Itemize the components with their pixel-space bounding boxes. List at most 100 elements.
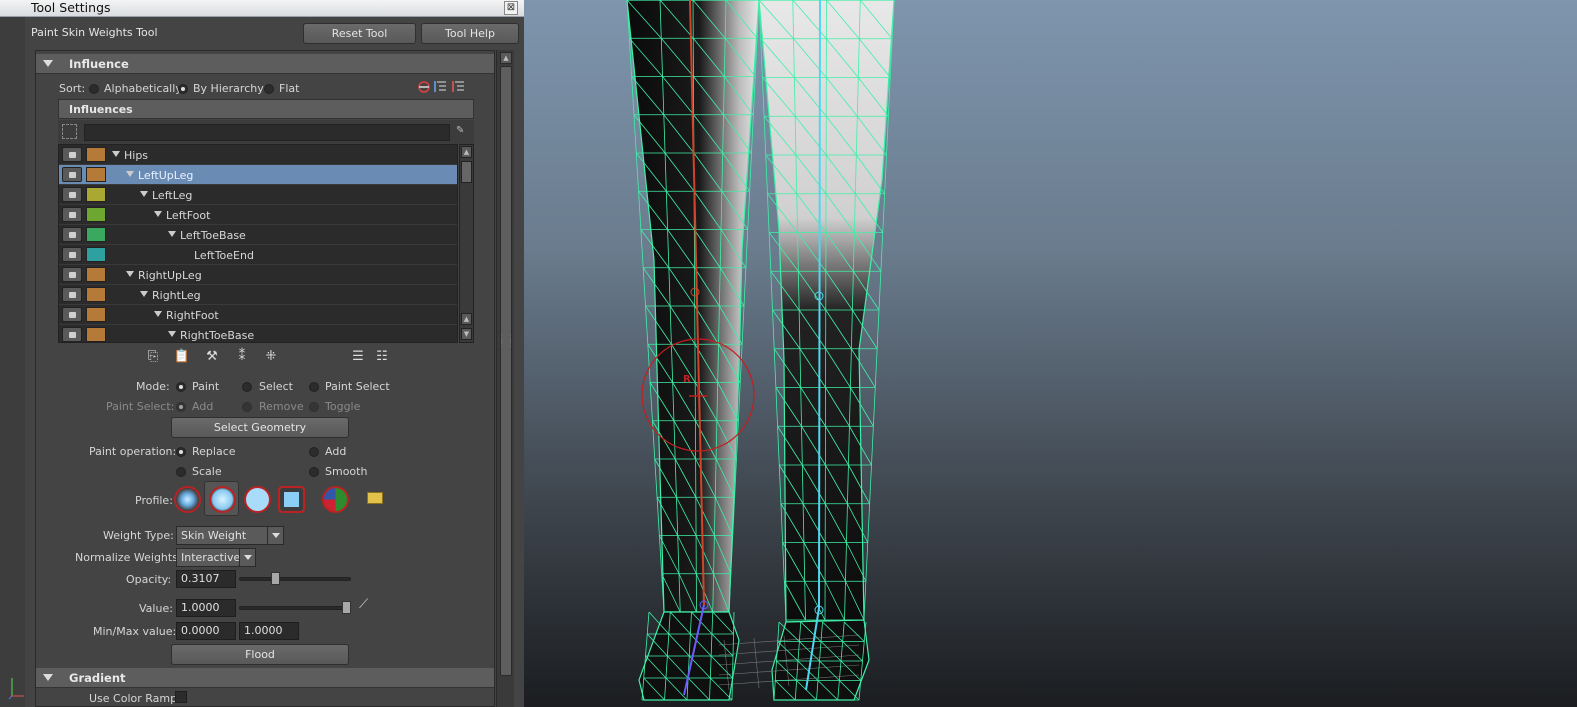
lock-icon[interactable]	[62, 207, 82, 222]
influence-row-rightupleg[interactable]: RightUpLeg	[59, 265, 457, 285]
eyedropper-icon[interactable]: ⟋	[359, 597, 368, 612]
tool-help-button[interactable]: Tool Help	[421, 23, 519, 44]
window-titlebar[interactable]: Tool Settings ⊠	[0, 0, 524, 17]
collapse-triangle-icon[interactable]	[43, 60, 53, 67]
close-button[interactable]: ⊠	[504, 1, 518, 15]
expand-triangle-icon[interactable]	[126, 171, 134, 177]
flood-button[interactable]: Flood	[171, 644, 349, 665]
sort-flat-radio[interactable]	[264, 84, 274, 94]
paint-select-remove-radio[interactable]	[242, 402, 252, 412]
collapse-all-icon[interactable]: ☰	[349, 349, 367, 366]
influence-row-hips[interactable]: Hips	[59, 145, 457, 165]
expand-triangle-icon[interactable]	[112, 151, 120, 157]
joint-color-swatch[interactable]	[86, 187, 106, 202]
opacity-field[interactable]: 0.3107	[176, 570, 236, 588]
reset-tool-button[interactable]: Reset Tool	[303, 23, 416, 44]
use-color-ramp-checkbox[interactable]	[175, 691, 187, 703]
profile-square-icon[interactable]	[278, 486, 305, 513]
3d-viewport[interactable]: R	[524, 0, 1577, 707]
scroll-up-arrow-icon[interactable]: ▲	[500, 52, 512, 64]
opacity-slider[interactable]	[239, 577, 351, 581]
mode-select-radio[interactable]	[242, 382, 252, 392]
panel-scrollbar[interactable]: ▲	[496, 50, 514, 707]
normalize-weights-dropdown[interactable]: Interactive	[176, 548, 256, 567]
mode-paint-select-radio[interactable]	[309, 382, 319, 392]
pin-icon[interactable]: ✎	[456, 125, 468, 137]
profile-solid-icon[interactable]	[244, 486, 271, 513]
paint-op-smooth-radio[interactable]	[309, 467, 319, 477]
influence-row-leftleg[interactable]: LeftLeg	[59, 185, 457, 205]
influence-row-leftfoot[interactable]: LeftFoot	[59, 205, 457, 225]
expand-triangle-icon[interactable]	[154, 211, 162, 217]
profile-image-icon[interactable]	[322, 486, 349, 513]
joint-color-swatch[interactable]	[86, 327, 106, 342]
expand-triangle-icon[interactable]	[168, 231, 176, 237]
lock-icon[interactable]	[62, 327, 82, 342]
expand-triangle-icon[interactable]	[168, 331, 176, 337]
select-region-icon[interactable]	[62, 124, 77, 139]
lock-icon[interactable]	[62, 167, 82, 182]
joint-color-swatch[interactable]	[86, 207, 106, 222]
paint-op-add-radio[interactable]	[309, 447, 319, 457]
refresh-icon[interactable]	[418, 81, 430, 93]
list-collapse-icon[interactable]	[434, 81, 446, 92]
joint-color-swatch[interactable]	[86, 227, 106, 242]
profile-gaussian-icon[interactable]	[174, 486, 201, 513]
paint-select-add-radio[interactable]	[176, 402, 186, 412]
influence-row-lefttoebase[interactable]: LeftToeBase	[59, 225, 457, 245]
expand-all-icon[interactable]: ☷	[373, 349, 391, 366]
sort-by-hierarchy-radio[interactable]	[178, 84, 188, 94]
paste-weights-icon[interactable]: 📋	[173, 349, 191, 366]
collapse-triangle-icon[interactable]	[43, 674, 53, 681]
joint-color-swatch[interactable]	[86, 267, 106, 282]
panel-scroll-thumb[interactable]	[500, 66, 512, 676]
influence-tree-scrollbar[interactable]: ▲ ▲ ▼	[459, 144, 474, 343]
scroll-thumb[interactable]	[461, 161, 472, 183]
max-value-field[interactable]: 1.0000	[239, 622, 299, 640]
scroll-up-arrow-icon[interactable]: ▲	[461, 313, 472, 325]
drag-handle-icon[interactable]: ⋮⋮ ⋮⋮	[497, 335, 515, 357]
lock-icon[interactable]	[62, 287, 82, 302]
copy-weights-icon[interactable]: ⎘	[144, 349, 162, 366]
paint-op-scale-radio[interactable]	[176, 467, 186, 477]
opacity-slider-thumb[interactable]	[271, 572, 280, 585]
influence-section-header[interactable]: Influence	[36, 54, 494, 74]
min-value-field[interactable]: 0.0000	[176, 622, 236, 640]
select-geometry-button[interactable]: Select Geometry	[171, 417, 349, 438]
lock-icon[interactable]	[62, 307, 82, 322]
joint-color-swatch[interactable]	[86, 307, 106, 322]
joint-color-swatch[interactable]	[86, 287, 106, 302]
joint-color-swatch[interactable]	[86, 247, 106, 262]
lock-icon[interactable]	[62, 187, 82, 202]
lock-icon[interactable]	[62, 267, 82, 282]
value-slider-thumb[interactable]	[342, 601, 351, 614]
lock-icon[interactable]	[62, 227, 82, 242]
show-influences-icon[interactable]: ⁜	[262, 349, 280, 366]
weight-type-dropdown[interactable]: Skin Weight	[176, 526, 284, 545]
paint-select-toggle-radio[interactable]	[309, 402, 319, 412]
lock-icon[interactable]	[62, 247, 82, 262]
influence-filter-input[interactable]	[84, 124, 450, 141]
joint-color-swatch[interactable]	[86, 147, 106, 162]
expand-triangle-icon[interactable]	[140, 291, 148, 297]
gradient-section-header[interactable]: Gradient	[36, 668, 494, 688]
expand-triangle-icon[interactable]	[126, 271, 134, 277]
sort-alphabetically-radio[interactable]	[89, 84, 99, 94]
influence-row-rightfoot[interactable]: RightFoot	[59, 305, 457, 325]
scroll-up-arrow-icon[interactable]: ▲	[461, 146, 472, 158]
lock-icon[interactable]	[62, 147, 82, 162]
profile-soft-icon[interactable]	[209, 486, 236, 513]
influence-row-rightleg[interactable]: RightLeg	[59, 285, 457, 305]
scroll-down-arrow-icon[interactable]: ▼	[461, 328, 472, 340]
influence-row-lefttoeend[interactable]: LeftToeEnd	[59, 245, 457, 265]
expand-triangle-icon[interactable]	[140, 191, 148, 197]
influence-row-righttoebase[interactable]: RightToeBase	[59, 325, 457, 342]
folder-icon[interactable]	[367, 492, 383, 504]
expand-triangle-icon[interactable]	[154, 311, 162, 317]
influence-row-leftupleg[interactable]: LeftUpLeg	[59, 165, 457, 185]
move-weights-icon[interactable]: ⁑	[233, 349, 251, 366]
list-expand-icon[interactable]	[452, 81, 464, 92]
weight-hammer-icon[interactable]: ⚒	[203, 349, 221, 366]
mode-paint-radio[interactable]	[176, 382, 186, 392]
paint-op-replace-radio[interactable]	[176, 447, 186, 457]
